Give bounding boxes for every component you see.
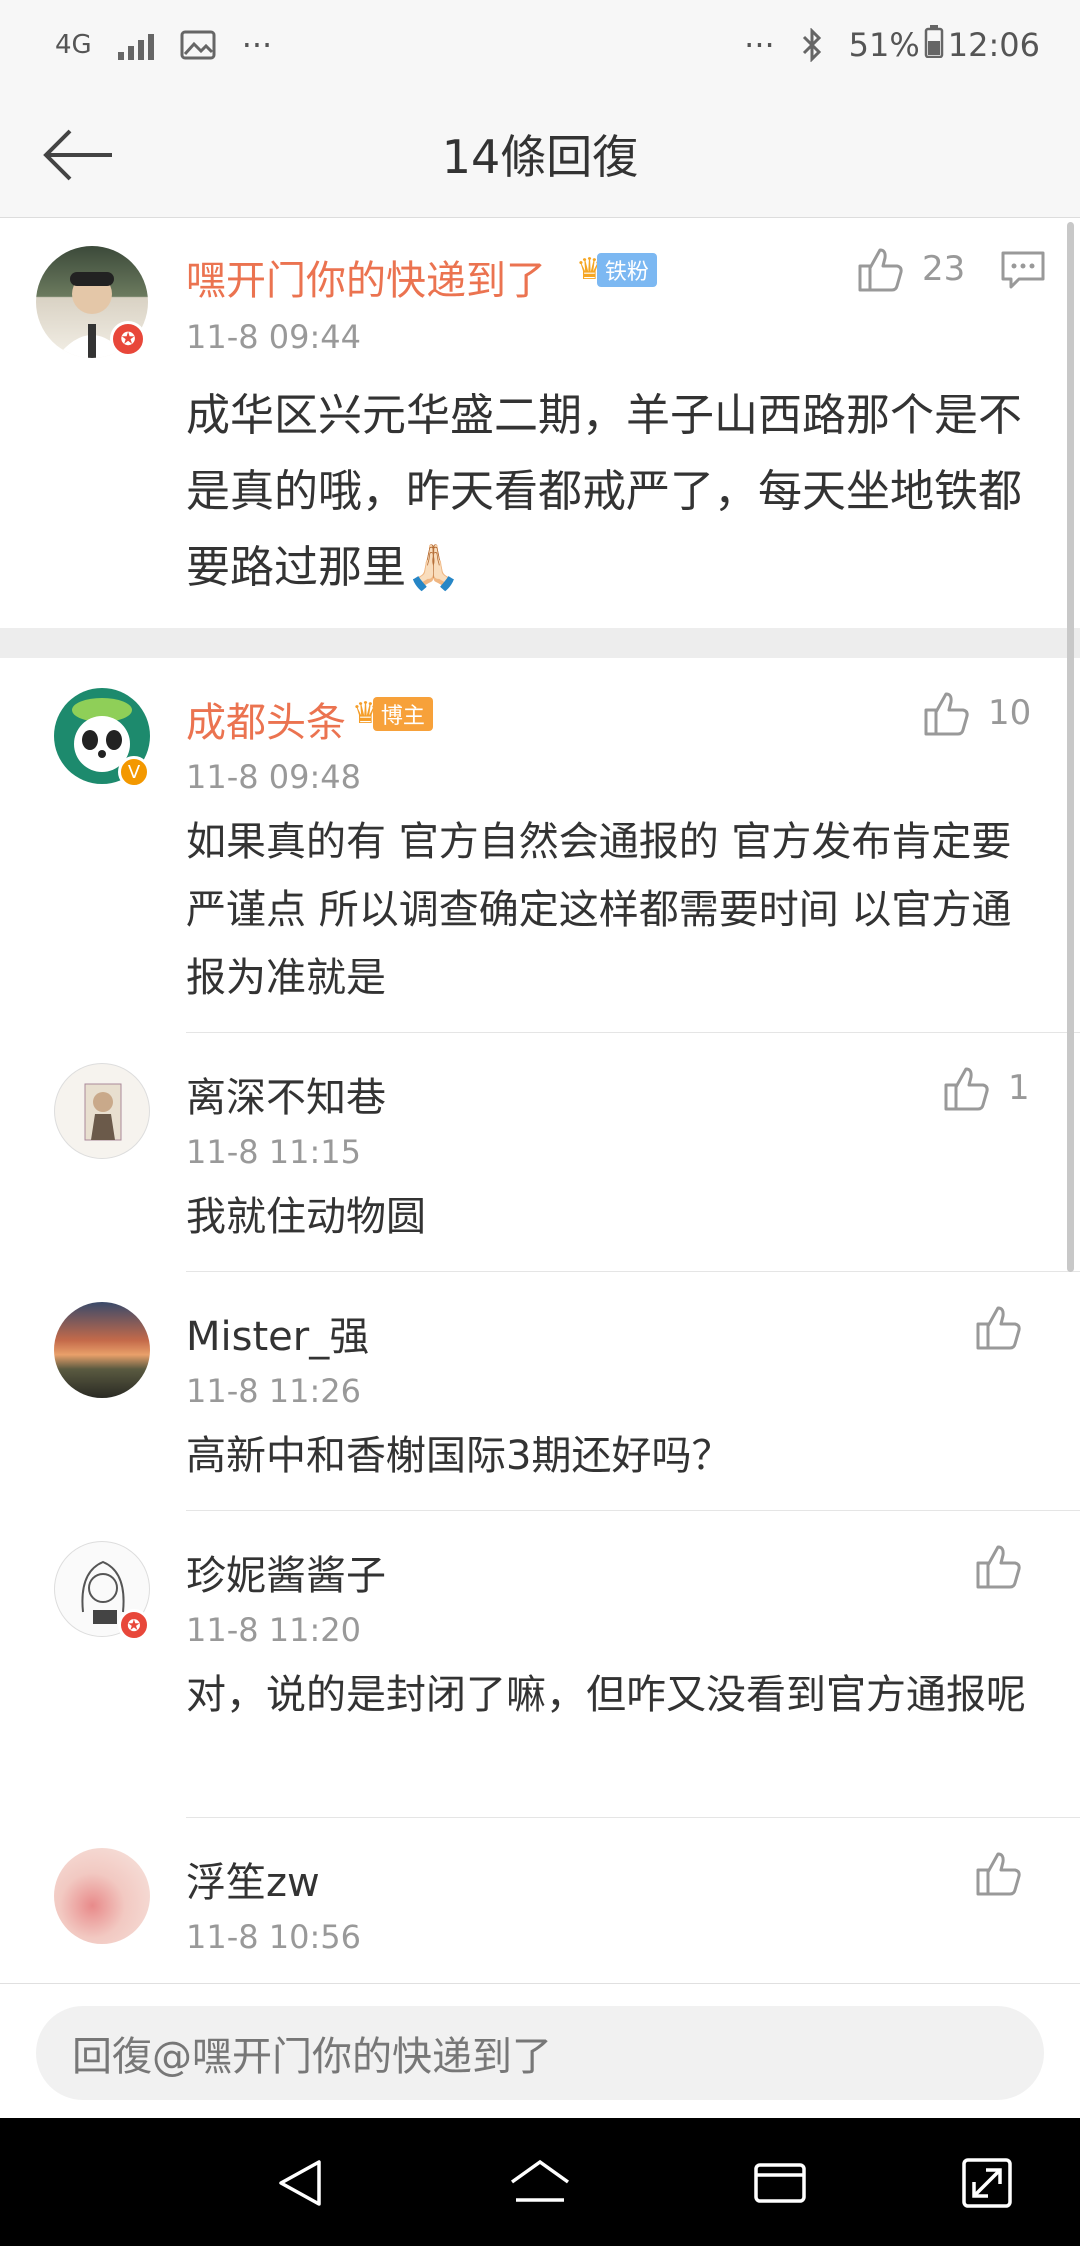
page-title: 14條回復 (441, 129, 639, 184)
avatar[interactable] (54, 1302, 150, 1398)
fan-badge: ♛ 铁粉 (576, 252, 657, 288)
like-count: 23 (922, 249, 966, 289)
comment-time: 11-8 10:56 (186, 1918, 362, 1956)
section-gap (0, 628, 1080, 658)
like-button[interactable] (974, 1850, 1022, 1896)
scrollbar[interactable] (1067, 222, 1074, 1272)
username[interactable]: 成都头条 (186, 690, 346, 748)
expand-icon (962, 2158, 1012, 2208)
comment-text: 如果真的有 官方自然会通报的 官方发布肯定要严谨点 所以调查确定这样都需要时间 … (186, 819, 1012, 1001)
username[interactable]: 离深不知巷 (186, 1065, 386, 1123)
reply-button[interactable] (1000, 250, 1046, 294)
network-4g-icon: 4G (55, 30, 92, 60)
system-back-button[interactable] (265, 2148, 335, 2218)
home-icon (510, 2159, 570, 2202)
comment-icon (1001, 251, 1045, 289)
list-item: V 成都头条 ♛ 博主 11-8 09:48 10 如果真的有 官方自然会通报的… (0, 658, 1080, 1033)
comment-text: 我就住动物圆 (186, 1194, 426, 1240)
more-notifications-icon: ··· (241, 26, 273, 64)
thumbs-up-icon (976, 1852, 1021, 1896)
comment-time: 11-8 09:48 (186, 758, 362, 796)
comment-time: 11-8 11:26 (186, 1372, 362, 1410)
blogger-badge: ♛ 博主 (352, 696, 433, 732)
reply-input[interactable]: 回復@嘿开门你的快递到了 (36, 2006, 1044, 2100)
main-comment: ✪ 嘿开门你的快递到了 ♛ 铁粉 11-8 09:44 23 成华区兴元华盛二期… (0, 218, 1080, 628)
reply-list: V 成都头条 ♛ 博主 11-8 09:48 10 如果真的有 官方自然会通报的… (0, 658, 1080, 1983)
system-nav-bar (0, 2118, 1080, 2246)
back-button[interactable] (40, 120, 120, 190)
clock: 12:06 (947, 26, 1040, 64)
comment-text: 对，说的是封闭了嘛，但咋又没看到官方通报呢 (186, 1672, 1026, 1718)
comment-time: 11-8 11:15 (186, 1133, 362, 1171)
status-bar: 4G ··· ··· 51% 12:06 (0, 0, 1080, 90)
list-item: 浮笙zw 11-8 10:56 (0, 1818, 1080, 1983)
recents-icon (754, 2163, 806, 2203)
like-count: 10 (988, 693, 1032, 733)
comment-text: 成华区兴元华盛二期，羊子山西路那个是不是真的哦，昨天看都戒严了，每天坐地铁都要路… (186, 390, 1022, 593)
thumbs-up-icon (924, 692, 969, 736)
comment-time: 11-8 09:44 (186, 318, 362, 356)
triangle-back-icon (279, 2160, 321, 2206)
system-recents-button[interactable] (745, 2148, 815, 2218)
verified-badge-icon: ✪ (118, 1609, 150, 1641)
like-count: 1 (1008, 1068, 1030, 1108)
thumbs-up-icon (944, 1067, 989, 1111)
system-expand-button[interactable] (952, 2148, 1022, 2218)
username[interactable]: 嘿开门你的快递到了 (186, 248, 546, 306)
image-icon (180, 30, 216, 60)
thumbs-up-icon (976, 1306, 1021, 1350)
username[interactable]: Mister_强 (186, 1304, 369, 1362)
username[interactable]: 珍妮酱酱子 (186, 1543, 386, 1601)
thumbs-up-icon (976, 1545, 1021, 1589)
system-home-button[interactable] (505, 2148, 575, 2218)
like-button[interactable] (974, 1304, 1022, 1350)
like-button[interactable]: 10 (922, 690, 1031, 736)
comment-text: 高新中和香榭国际3期还好吗？ (186, 1433, 732, 1479)
more-status-icon: ··· (744, 26, 775, 64)
battery-percent: 51% (848, 26, 920, 64)
bluetooth-icon (801, 28, 823, 62)
list-item: ✪ 珍妮酱酱子 11-8 11:20 对，说的是封闭了嘛，但咋又没看到官方通报呢 (0, 1511, 1080, 1818)
thumbs-up-icon (858, 248, 903, 292)
verified-v-badge-icon: V (118, 756, 150, 788)
avatar[interactable] (54, 1063, 150, 1159)
like-button[interactable] (974, 1543, 1022, 1589)
nav-bar: 14條回復 (0, 90, 1080, 218)
list-item: 离深不知巷 11-8 11:15 1 我就住动物圆 (0, 1033, 1080, 1272)
reply-input-bar: 回復@嘿开门你的快递到了 (0, 1983, 1080, 2118)
like-button[interactable]: 1 (942, 1065, 1030, 1111)
username[interactable]: 浮笙zw (186, 1850, 320, 1908)
like-button[interactable]: 23 (856, 246, 965, 292)
avatar[interactable] (54, 1848, 150, 1944)
battery-icon (924, 24, 944, 66)
arrow-left-icon (43, 129, 112, 181)
comment-time: 11-8 11:20 (186, 1611, 362, 1649)
verified-badge-icon: ✪ (110, 321, 146, 357)
signal-icon (117, 30, 154, 60)
list-item: Mister_强 11-8 11:26 高新中和香榭国际3期还好吗？ (0, 1272, 1080, 1511)
